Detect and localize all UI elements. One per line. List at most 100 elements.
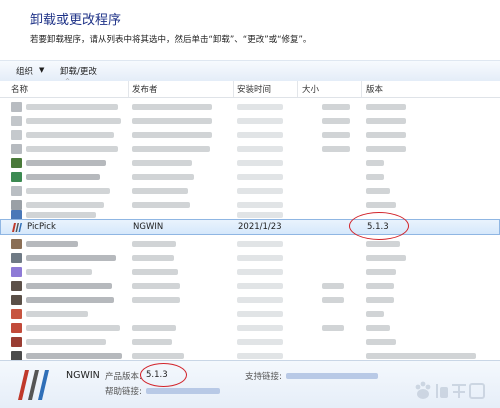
- blurred-text: [132, 325, 176, 331]
- blurred-text: [237, 174, 283, 180]
- support-link-label: 支持链接:: [245, 372, 282, 382]
- blurred-text: [237, 118, 283, 124]
- blurred-text: [132, 160, 192, 166]
- blurred-text: [132, 283, 180, 289]
- blurred-text: [366, 132, 406, 138]
- list-item[interactable]: [0, 335, 500, 349]
- blurred-text: [366, 241, 400, 247]
- organize-menu[interactable]: 组织: [16, 65, 33, 77]
- blurred-text: [237, 353, 283, 359]
- blurred-text: [237, 188, 283, 194]
- list-item[interactable]: [0, 170, 500, 184]
- list-item[interactable]: [0, 307, 500, 321]
- toolbar: 组织 ▼ 卸载/更改: [0, 60, 500, 82]
- header: 卸载或更改程序 若要卸载程序，请从列表中将其选中，然后单击“卸载”、“更改”或“…: [0, 0, 500, 60]
- list-item[interactable]: [0, 184, 500, 198]
- blurred-text: [26, 269, 92, 275]
- blurred-text: [366, 339, 396, 345]
- list-item[interactable]: [0, 142, 500, 156]
- uninstall-change-button[interactable]: 卸载/更改: [60, 65, 97, 77]
- blurred-text: [237, 241, 283, 247]
- blurred-text: [322, 325, 344, 331]
- blurred-text: [237, 325, 283, 331]
- program-name: PicPick: [27, 222, 56, 232]
- help-link[interactable]: [146, 388, 220, 394]
- list-item[interactable]: [0, 349, 500, 360]
- list-item[interactable]: [0, 114, 500, 128]
- support-link[interactable]: [286, 373, 378, 379]
- column-divider[interactable]: [297, 81, 298, 97]
- column-installed-on[interactable]: 安装时间: [237, 83, 271, 95]
- blurred-text: [322, 283, 344, 289]
- list-item[interactable]: [0, 100, 500, 114]
- program-icon: [11, 158, 22, 168]
- blurred-text: [237, 311, 283, 317]
- blurred-text: [26, 255, 116, 261]
- column-divider[interactable]: [233, 81, 234, 97]
- blurred-text: [366, 104, 406, 110]
- program-icon: [11, 130, 22, 140]
- list-item[interactable]: [0, 279, 500, 293]
- program-icon: [11, 102, 22, 112]
- blurred-text: [26, 325, 120, 331]
- blurred-text: [132, 339, 172, 345]
- blurred-text: [26, 118, 121, 124]
- page-subtitle: 若要卸载程序，请从列表中将其选中，然后单击“卸载”、“更改”或“修复”。: [30, 35, 312, 45]
- column-header-row: ^ 名称 发布者 安装时间 大小 版本: [0, 78, 500, 98]
- program-icon: [11, 239, 22, 249]
- program-icon: [11, 144, 22, 154]
- blurred-text: [132, 297, 180, 303]
- list-item[interactable]: [0, 251, 500, 265]
- product-version-value: 5.1.3: [146, 370, 168, 380]
- blurred-text: [26, 311, 88, 317]
- blurred-text: [366, 325, 390, 331]
- column-size[interactable]: 大小: [302, 83, 319, 95]
- blurred-text: [366, 188, 390, 194]
- blurred-text: [26, 212, 96, 218]
- blurred-text: [26, 241, 78, 247]
- chevron-down-icon[interactable]: ▼: [39, 66, 44, 74]
- list-item[interactable]: [0, 265, 500, 279]
- list-item[interactable]: [0, 156, 500, 170]
- blurred-text: [322, 104, 350, 110]
- blurred-text: [132, 174, 194, 180]
- blurred-text: [132, 104, 212, 110]
- blurred-text: [132, 241, 176, 247]
- blurred-text: [366, 283, 394, 289]
- program-icon: [11, 116, 22, 126]
- blurred-text: [237, 269, 283, 275]
- blurred-text: [366, 118, 406, 124]
- blurred-text: [26, 104, 118, 110]
- blurred-text: [322, 146, 350, 152]
- blurred-text: [366, 174, 384, 180]
- blurred-text: [26, 188, 110, 194]
- column-name[interactable]: 名称: [11, 83, 28, 95]
- program-icon: [11, 186, 22, 196]
- column-publisher[interactable]: 发布者: [132, 83, 158, 95]
- ngwin-logo: [18, 370, 49, 400]
- program-list[interactable]: PicPick NGWIN 2021/1/23 5.1.3: [0, 98, 500, 360]
- program-icon: [11, 309, 22, 319]
- blurred-text: [132, 255, 174, 261]
- list-item[interactable]: [0, 321, 500, 335]
- blurred-text: [26, 339, 106, 345]
- blurred-text: [322, 118, 350, 124]
- baidu-jingyan-watermark: [415, 381, 485, 399]
- list-item[interactable]: [0, 128, 500, 142]
- blurred-text: [237, 160, 283, 166]
- blurred-text: [237, 255, 283, 261]
- product-version-label: 产品版本:: [105, 372, 142, 382]
- column-version[interactable]: 版本: [366, 83, 383, 95]
- picpick-icon: [11, 222, 23, 233]
- blurred-text: [26, 146, 118, 152]
- program-version: 5.1.3: [367, 222, 389, 232]
- column-divider[interactable]: [128, 81, 129, 97]
- blurred-text: [237, 297, 283, 303]
- selected-program-row[interactable]: PicPick NGWIN 2021/1/23 5.1.3: [0, 219, 500, 235]
- column-divider[interactable]: [361, 81, 362, 97]
- program-icon: [11, 281, 22, 291]
- blurred-text: [26, 132, 114, 138]
- list-item[interactable]: [0, 293, 500, 307]
- blurred-text: [366, 255, 406, 261]
- list-item[interactable]: [0, 237, 500, 251]
